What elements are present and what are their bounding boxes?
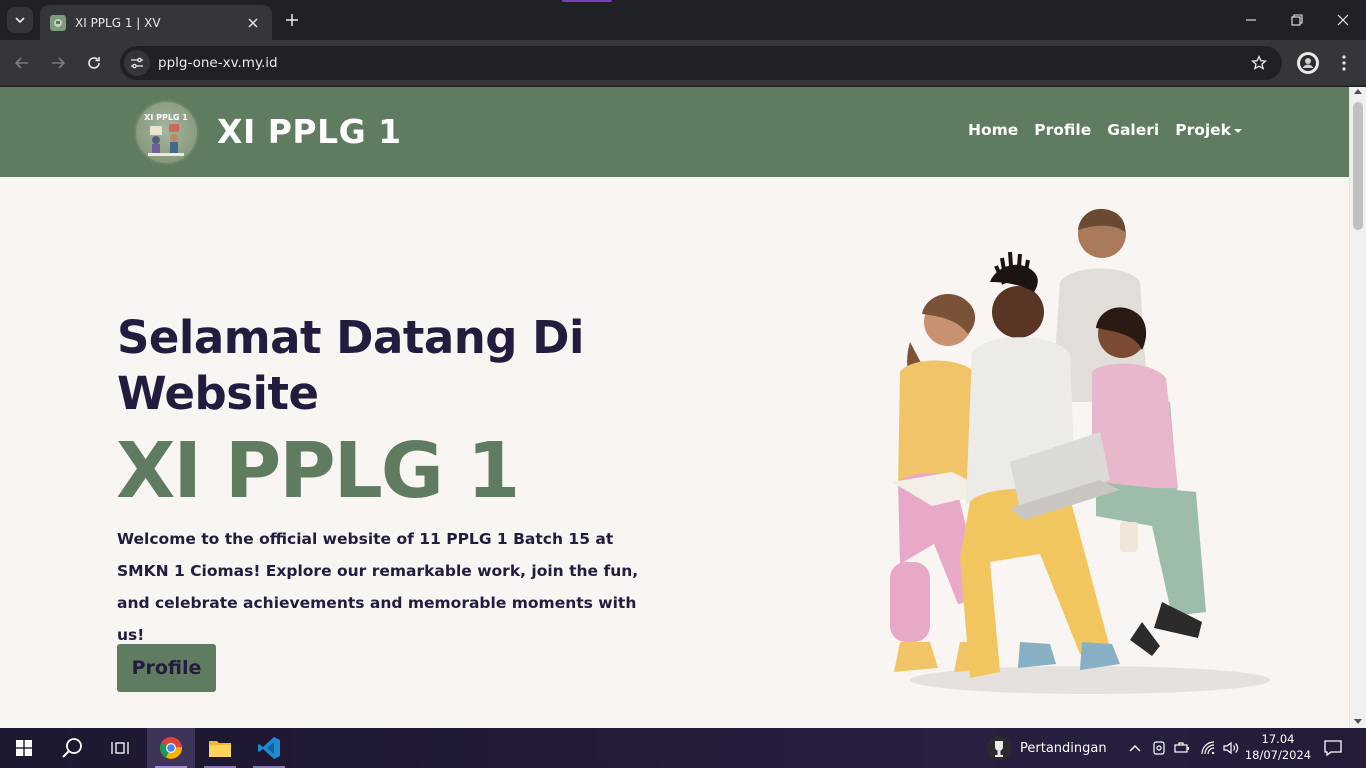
- hero-accent-title: XI PPLG 1: [116, 427, 520, 516]
- nav-link-galeri[interactable]: Galeri: [1107, 121, 1159, 139]
- wifi-icon: [1201, 741, 1215, 755]
- students-illustration: [890, 208, 1270, 694]
- arrow-left-icon: [14, 57, 28, 69]
- start-button[interactable]: [0, 728, 48, 768]
- caret-down-icon: [1234, 128, 1242, 133]
- notification-center-button[interactable]: [1318, 728, 1348, 768]
- plus-icon: [286, 14, 298, 26]
- nav-dropdown-projek-label: Projek: [1175, 121, 1231, 139]
- tab-search-button[interactable]: [7, 7, 33, 33]
- tray-battery[interactable]: [1172, 728, 1192, 768]
- close-icon: [248, 18, 258, 27]
- search-icon: [62, 738, 82, 758]
- restore-button[interactable]: [1274, 6, 1320, 34]
- chevron-down-icon: [15, 17, 25, 24]
- taskbar-search-button[interactable]: [48, 728, 96, 768]
- site-logo[interactable]: XI PPLG 1: [134, 100, 199, 165]
- hero-description: Welcome to the official website of 11 PP…: [117, 530, 639, 644]
- vscode-icon: [258, 737, 280, 759]
- tab-title: XI PPLG 1 | XV: [75, 15, 161, 30]
- scroll-thumb[interactable]: [1353, 102, 1363, 230]
- reload-button[interactable]: [81, 50, 107, 76]
- star-icon: [1251, 55, 1267, 70]
- back-button[interactable]: [9, 50, 35, 76]
- browser-menu-button[interactable]: [1333, 50, 1355, 76]
- browser-toolbar: pplg-one-xv.my.id: [0, 40, 1366, 86]
- new-tab-button[interactable]: [282, 10, 302, 30]
- profile-avatar[interactable]: [1297, 52, 1319, 74]
- minimize-icon: [1246, 19, 1256, 21]
- scroll-up-arrow-icon[interactable]: [1354, 89, 1362, 94]
- hero-profile-button[interactable]: Profile: [117, 644, 216, 692]
- chrome-icon: [160, 737, 183, 759]
- browser-tab-active[interactable]: XI PPLG 1 | XV: [40, 5, 272, 40]
- task-view-button[interactable]: [96, 728, 144, 768]
- taskbar-clock[interactable]: 17.04 18/07/2024: [1242, 731, 1314, 763]
- site-info-button[interactable]: [124, 50, 150, 76]
- page-scrollbar[interactable]: [1349, 87, 1366, 728]
- clock-date: 18/07/2024: [1244, 748, 1312, 762]
- taskbar-vscode[interactable]: [245, 728, 293, 768]
- trophy-icon: [987, 736, 1011, 760]
- tab-close-button[interactable]: [244, 14, 262, 32]
- tray-overflow-button[interactable]: [1124, 728, 1146, 768]
- forward-button[interactable]: [45, 50, 71, 76]
- widgets-label: Pertandingan: [1020, 740, 1107, 756]
- tray-meet-now[interactable]: [1149, 728, 1169, 768]
- folder-icon: [209, 741, 231, 757]
- nav-link-home[interactable]: Home: [968, 121, 1018, 139]
- widgets-button[interactable]: Pertandingan: [986, 728, 1110, 768]
- taskbar-file-explorer[interactable]: [196, 728, 244, 768]
- close-icon: [1337, 14, 1349, 26]
- close-window-button[interactable]: [1320, 6, 1366, 34]
- avatar-icon: [1300, 55, 1316, 71]
- minimize-button[interactable]: [1228, 6, 1274, 34]
- tray-wifi[interactable]: [1198, 728, 1220, 768]
- address-bar[interactable]: pplg-one-xv.my.id: [120, 46, 1282, 80]
- site-navbar: XI PPLG 1 XI PPLG 1 Home Profile Galeri …: [0, 87, 1349, 177]
- arrow-right-icon: [52, 57, 66, 69]
- scroll-down-arrow-icon[interactable]: [1354, 719, 1362, 724]
- volume-icon: [1223, 741, 1239, 755]
- camera-icon: [1153, 741, 1165, 755]
- restore-icon: [1291, 14, 1303, 26]
- task-view-icon: [111, 742, 129, 754]
- chevron-up-icon: [1129, 745, 1141, 752]
- svg-text:XI PPLG 1: XI PPLG 1: [144, 113, 188, 122]
- reload-icon: [88, 57, 100, 69]
- browser-tab-bar: XI PPLG 1 | XV: [0, 0, 1366, 40]
- taskbar-chrome[interactable]: [147, 728, 195, 768]
- site-favicon: [50, 14, 66, 31]
- site-brand[interactable]: XI PPLG 1: [217, 112, 402, 151]
- tray-volume[interactable]: [1221, 728, 1241, 768]
- nav-dropdown-projek[interactable]: Projek: [1175, 121, 1242, 139]
- url-text[interactable]: pplg-one-xv.my.id: [158, 55, 1246, 71]
- hero-heading: Selamat Datang Di Website: [117, 311, 584, 420]
- windows-logo-icon: [16, 740, 32, 756]
- windows-taskbar: Pertandingan 17.04 18/07/2024: [0, 728, 1366, 768]
- class-logo-image: XI PPLG 1: [144, 113, 188, 156]
- tune-icon: [131, 57, 143, 69]
- bookmark-button[interactable]: [1246, 50, 1272, 76]
- site-nav-links: Home Profile Galeri Projek: [968, 121, 1242, 139]
- tab-group-accent: [562, 0, 612, 2]
- notification-icon: [1324, 740, 1342, 756]
- more-vertical-icon: [1342, 55, 1346, 71]
- page-viewport: XI PPLG 1 XI PPLG 1 Home Profile Galeri …: [0, 87, 1366, 728]
- battery-icon: [1174, 742, 1189, 753]
- nav-link-profile[interactable]: Profile: [1034, 121, 1091, 139]
- clock-time: 17.04: [1261, 732, 1295, 746]
